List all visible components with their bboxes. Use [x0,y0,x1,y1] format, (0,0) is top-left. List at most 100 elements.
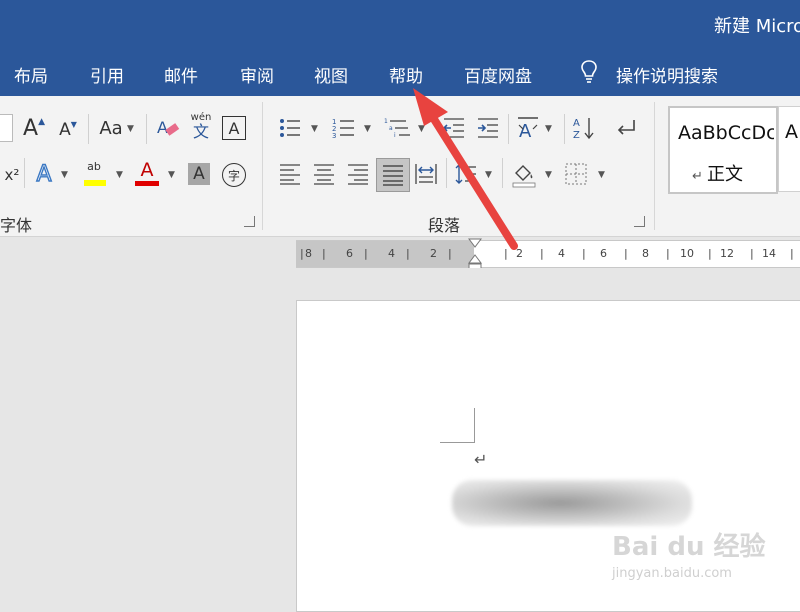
chevron-down-icon[interactable]: ▼ [364,124,371,134]
character-border-button[interactable]: A [222,116,246,140]
chevron-down-icon[interactable]: ▼ [485,170,492,180]
shrink-font-button[interactable]: A ▼ [56,118,80,142]
line-spacing-icon[interactable] [454,162,478,186]
ruler-tick: | [540,247,544,260]
multilevel-list-icon[interactable]: 1 a i [384,116,410,140]
title-bar: 新建 Micro [0,0,800,48]
separator [508,114,509,144]
ruler-tick: | [624,247,628,260]
distributed-icon[interactable] [414,162,438,186]
chevron-down-icon[interactable]: ▼ [61,170,68,180]
lightbulb-icon[interactable] [578,59,600,85]
paragraph-group-label: 段落 [428,216,461,235]
bullets-icon[interactable] [278,116,302,140]
highlight-glyph: ab [87,160,101,173]
borders-icon[interactable] [564,162,588,186]
ruler-tick: | [448,247,452,260]
ruler-tick: | [708,247,712,260]
highlight-button[interactable]: ab [82,160,106,188]
phonetic-char: 文 [192,122,209,141]
ruler-tick: | [322,247,326,260]
window-title: 新建 Micro [714,16,800,37]
text-effects-button[interactable]: A [32,161,56,187]
show-hide-marks-icon[interactable] [614,116,638,140]
chevron-down-icon[interactable]: ▼ [127,124,134,134]
chevron-down-icon[interactable]: ▼ [418,124,425,134]
ruler-label: 6 [346,247,353,260]
ruler-label: 2 [430,247,437,260]
font-color-button[interactable]: A [134,160,160,188]
font-group-label: 字体 [0,216,33,235]
separator [24,158,25,188]
align-left-icon[interactable] [278,163,302,185]
ruler-tick: | [790,247,794,260]
chevron-down-icon[interactable]: ▼ [116,170,123,180]
watermark: Bai du 经验 jingyan.baidu.com [612,518,800,598]
ruler-label: 4 [558,247,565,260]
increase-indent-icon[interactable] [476,116,500,140]
grow-font-button[interactable]: A ▲ [22,115,46,141]
justify-icon [383,165,403,186]
ruler-label: 14 [762,247,776,260]
tab-view[interactable]: 视图 [314,62,348,87]
chevron-down-icon[interactable]: ▼ [598,170,605,180]
change-case-button[interactable]: Aa [96,116,126,140]
tab-review[interactable]: 审阅 [240,62,274,87]
margin-corner-mark [440,408,475,443]
tab-baidu-netdisk[interactable]: 百度网盘 [464,62,532,87]
chevron-down-icon[interactable]: ▼ [545,124,552,134]
tab-help[interactable]: 帮助 [389,62,423,87]
style-next-sample: A [785,121,798,143]
paragraph-dialog-launcher[interactable] [634,216,645,227]
character-shading-button[interactable]: A [188,163,210,185]
ruler-tick: | [364,247,368,260]
separator [564,114,565,144]
superscript-button[interactable]: x² [0,163,24,187]
up-caret-icon: ▲ [38,117,45,127]
shading-bucket-icon[interactable] [510,160,538,188]
ruler-tick: | [666,247,670,260]
sort-icon[interactable]: A Z [572,115,598,141]
tab-references[interactable]: 引用 [90,62,124,87]
svg-text:a: a [389,125,393,132]
phonetic-guide-button[interactable]: wén 文 [190,112,212,141]
ruler-tick: | [300,247,304,260]
svg-text:A: A [519,121,532,141]
font-color-bar [135,181,159,186]
ruler-tick: | [504,247,508,260]
justify-button[interactable] [376,158,410,192]
grow-font-glyph: A [23,115,39,141]
font-size-box[interactable] [0,114,13,142]
svg-text:A: A [157,118,168,137]
chinese-layout-icon[interactable]: A [516,115,542,141]
watermark-url: jingyan.baidu.com [612,566,732,581]
tell-me-search[interactable]: 操作说明搜索 [616,62,718,87]
shrink-font-glyph: A [59,120,71,140]
chevron-down-icon[interactable]: ▼ [168,170,175,180]
chevron-down-icon[interactable]: ▼ [311,124,318,134]
ruler-label: 8 [642,247,649,260]
decrease-indent-icon[interactable] [442,116,466,140]
style-name: ↵ 正文 [692,164,744,185]
separator [146,114,147,144]
tab-layout[interactable]: 布局 [14,62,48,87]
svg-text:A: A [573,118,580,129]
clear-formatting-icon[interactable]: A [156,116,180,140]
style-normal[interactable]: AaBbCcDc ↵ 正文 [668,106,778,194]
style-sample-text: AaBbCcDc [678,122,774,144]
ruler-label: 2 [516,247,523,260]
enclose-characters-button[interactable]: 字 [222,163,246,187]
svg-text:1: 1 [384,118,388,125]
svg-text:3: 3 [332,132,336,140]
align-center-icon[interactable] [312,163,336,185]
numbering-icon[interactable]: 1 2 3 [332,116,356,140]
font-dialog-launcher[interactable] [244,216,255,227]
align-right-icon[interactable] [346,163,370,185]
style-next[interactable]: A [778,106,800,192]
chevron-down-icon[interactable]: ▼ [545,170,552,180]
down-caret-icon: ▼ [70,119,77,129]
tab-mailings[interactable]: 邮件 [164,62,198,87]
ruler-label: 12 [720,247,734,260]
paragraph-mark-icon: ↵ [692,169,708,184]
watermark-logo: Bai du 经验 [612,532,766,562]
